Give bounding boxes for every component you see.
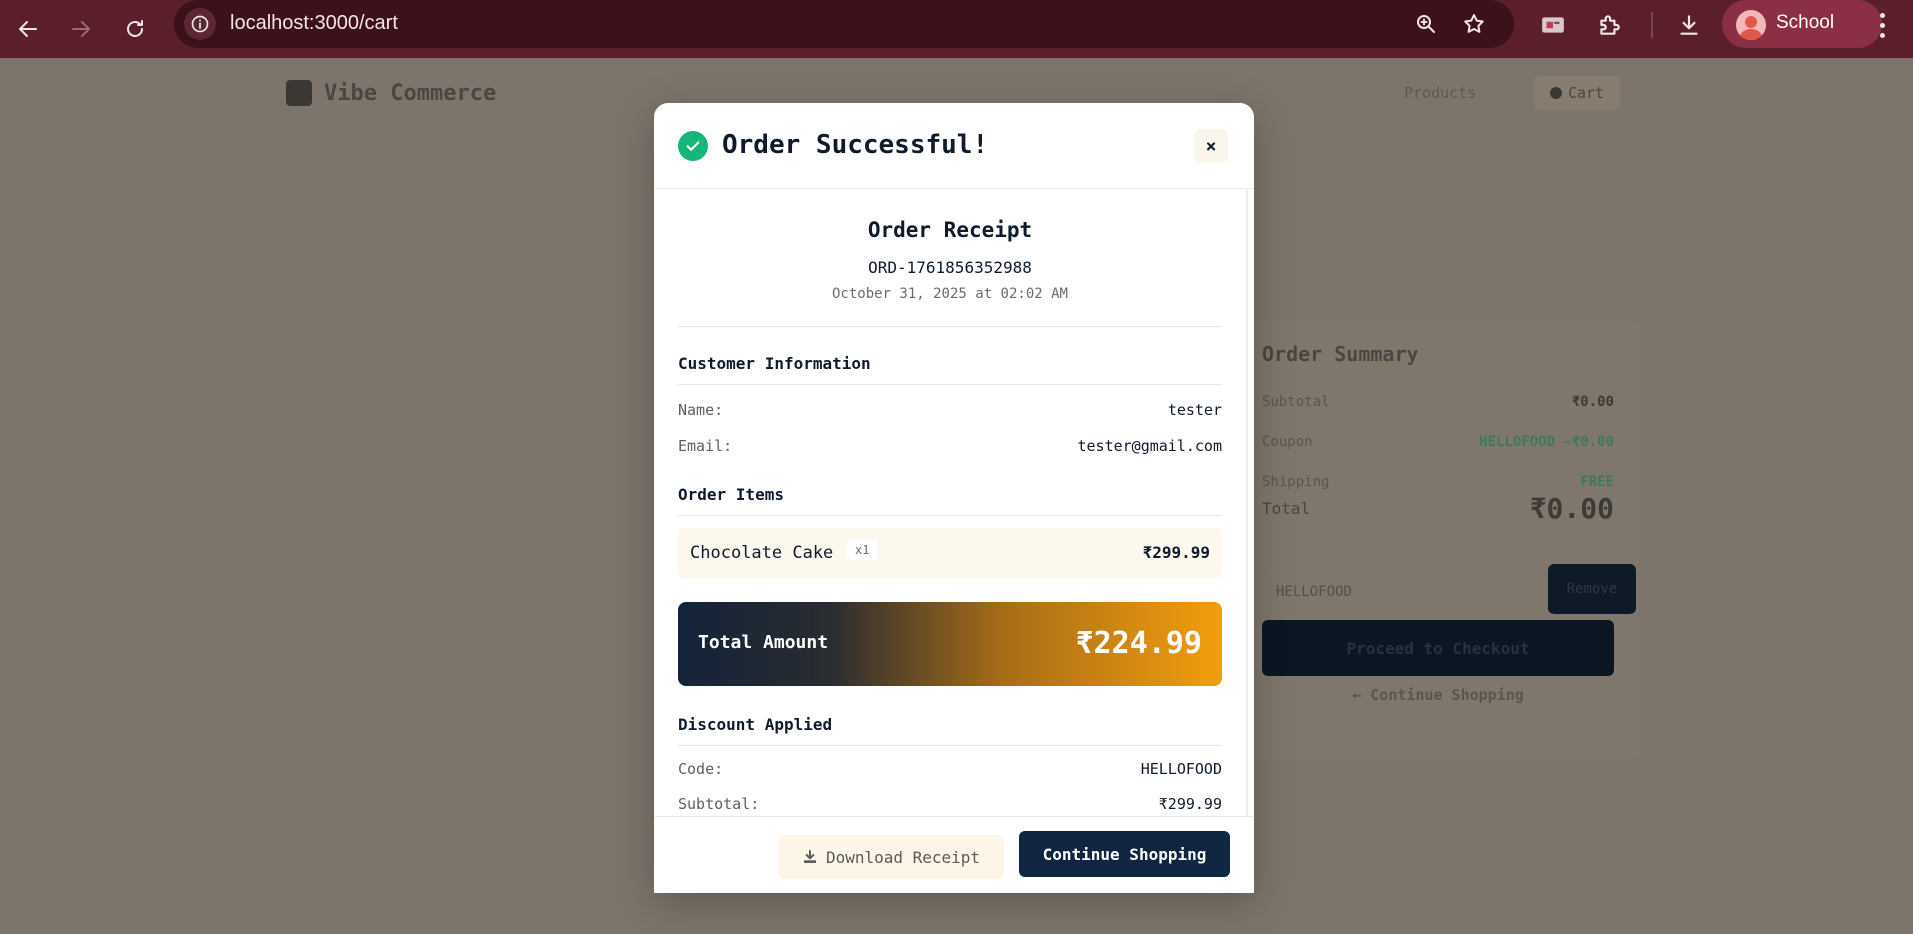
profile-button[interactable]: School <box>1722 0 1882 48</box>
item-quantity-badge: x1 <box>846 540 879 560</box>
site-info-icon[interactable] <box>184 8 216 40</box>
summary-row-value: ₹0.00 <box>1571 394 1614 410</box>
browser-toolbar: localhost:3000/cart School <box>0 0 1913 58</box>
scrollbar[interactable] <box>1246 190 1248 816</box>
divider <box>678 326 1222 327</box>
download-icon <box>803 850 816 863</box>
summary-row-label: Subtotal <box>1262 394 1330 410</box>
order-summary-title: Order Summary <box>1262 342 1419 366</box>
summary-row-subtotal: Subtotal ₹0.00 <box>1262 394 1614 410</box>
items-section-title: Order Items <box>678 485 784 504</box>
total-amount-value: ₹224.99 <box>1075 626 1202 661</box>
store-icon <box>286 80 312 106</box>
avatar <box>1736 10 1766 40</box>
summary-total-row: Total ₹0.00 <box>1262 492 1614 525</box>
email-label: Email: <box>678 437 733 455</box>
divider <box>678 384 1222 385</box>
nav-cart-label: Cart <box>1567 84 1605 102</box>
check-circle-icon <box>678 131 708 161</box>
summary-total-value: ₹0.00 <box>1529 492 1614 525</box>
summary-row-shipping: Shipping FREE <box>1262 474 1614 490</box>
checkout-button[interactable]: Proceed to Checkout <box>1262 620 1614 676</box>
subtotal-value: ₹299.99 <box>1158 795 1222 813</box>
list-item: Chocolate Cake x1 ₹299.99 <box>678 528 1222 578</box>
divider <box>678 745 1222 746</box>
customer-email-row: Email: tester@gmail.com <box>678 437 1222 455</box>
continue-shopping-button[interactable]: Continue Shopping <box>1019 831 1230 877</box>
bookmark-star-icon[interactable] <box>1460 10 1488 38</box>
site-logo[interactable]: Vibe Commerce <box>286 80 496 106</box>
extensions-puzzle-icon[interactable] <box>1594 10 1624 40</box>
address-bar[interactable]: localhost:3000/cart <box>174 0 1514 48</box>
modal-footer: Download Receipt Continue Shopping <box>654 816 1254 893</box>
summary-row-coupon: Coupon HELLOFOOD -₹0.00 <box>1262 434 1614 450</box>
close-button[interactable]: × <box>1194 129 1228 163</box>
order-summary-card: Order Summary Subtotal ₹0.00 Coupon HELL… <box>1248 320 1638 760</box>
discount-code-row: Code: HELLOFOOD <box>678 760 1222 778</box>
modal-title: Order Successful! <box>722 130 989 160</box>
customer-name-row: Name: tester <box>678 401 1222 419</box>
name-value: tester <box>1167 401 1222 419</box>
menu-dots-icon[interactable] <box>1872 10 1892 40</box>
remove-coupon-button[interactable]: Remove <box>1548 564 1636 614</box>
site-logo-text: Vibe Commerce <box>324 80 497 106</box>
url-text: localhost:3000/cart <box>230 12 398 34</box>
modal-header: Order Successful! × <box>654 103 1254 189</box>
discount-section-title: Discount Applied <box>678 715 833 734</box>
summary-total-label: Total <box>1262 499 1311 518</box>
nav-products-link[interactable]: Products <box>1404 84 1476 102</box>
back-arrow-icon[interactable] <box>8 9 48 49</box>
forward-arrow-icon[interactable] <box>61 9 101 49</box>
extension-card-icon[interactable] <box>1538 10 1568 40</box>
profile-name: School <box>1776 12 1835 33</box>
code-value: HELLOFOOD <box>1140 760 1222 778</box>
summary-row-label: Shipping <box>1262 474 1330 490</box>
receipt-body[interactable]: Order Receipt ORD-1761856352988 October … <box>654 190 1254 816</box>
item-price: ₹299.99 <box>1142 543 1210 562</box>
order-success-modal: Order Successful! × Order Receipt ORD-17… <box>654 103 1254 893</box>
email-value: tester@gmail.com <box>1077 437 1223 455</box>
subtotal-label: Subtotal: <box>678 795 760 813</box>
download-receipt-button[interactable]: Download Receipt <box>778 835 1004 879</box>
download-icon[interactable] <box>1674 10 1704 40</box>
name-label: Name: <box>678 401 724 419</box>
reload-icon[interactable] <box>115 9 155 49</box>
code-label: Code: <box>678 760 724 778</box>
cart-icon <box>1549 87 1562 99</box>
nav-cart-link[interactable]: Cart <box>1534 76 1620 110</box>
total-amount-banner: Total Amount ₹224.99 <box>678 602 1222 686</box>
item-name: Chocolate Cake <box>690 543 834 563</box>
toolbar-divider <box>1651 12 1653 38</box>
zoom-icon[interactable] <box>1412 10 1440 38</box>
summary-row-label: Coupon <box>1262 434 1313 450</box>
summary-row-value: HELLOFOOD -₹0.00 <box>1479 434 1614 450</box>
divider <box>678 515 1222 516</box>
order-id: ORD-1761856352988 <box>868 258 1032 277</box>
download-receipt-label: Download Receipt <box>825 847 981 867</box>
summary-row-value: FREE <box>1580 474 1614 490</box>
total-amount-label: Total Amount <box>698 632 829 653</box>
customer-section-title: Customer Information <box>678 354 871 373</box>
continue-shopping-link[interactable]: ← Continue Shopping <box>1262 686 1614 704</box>
order-date: October 31, 2025 at 02:02 AM <box>831 286 1068 302</box>
discount-subtotal-row: Subtotal: ₹299.99 <box>678 795 1222 813</box>
receipt-title: Order Receipt <box>867 218 1033 242</box>
coupon-input[interactable]: HELLOFOOD <box>1262 568 1542 614</box>
